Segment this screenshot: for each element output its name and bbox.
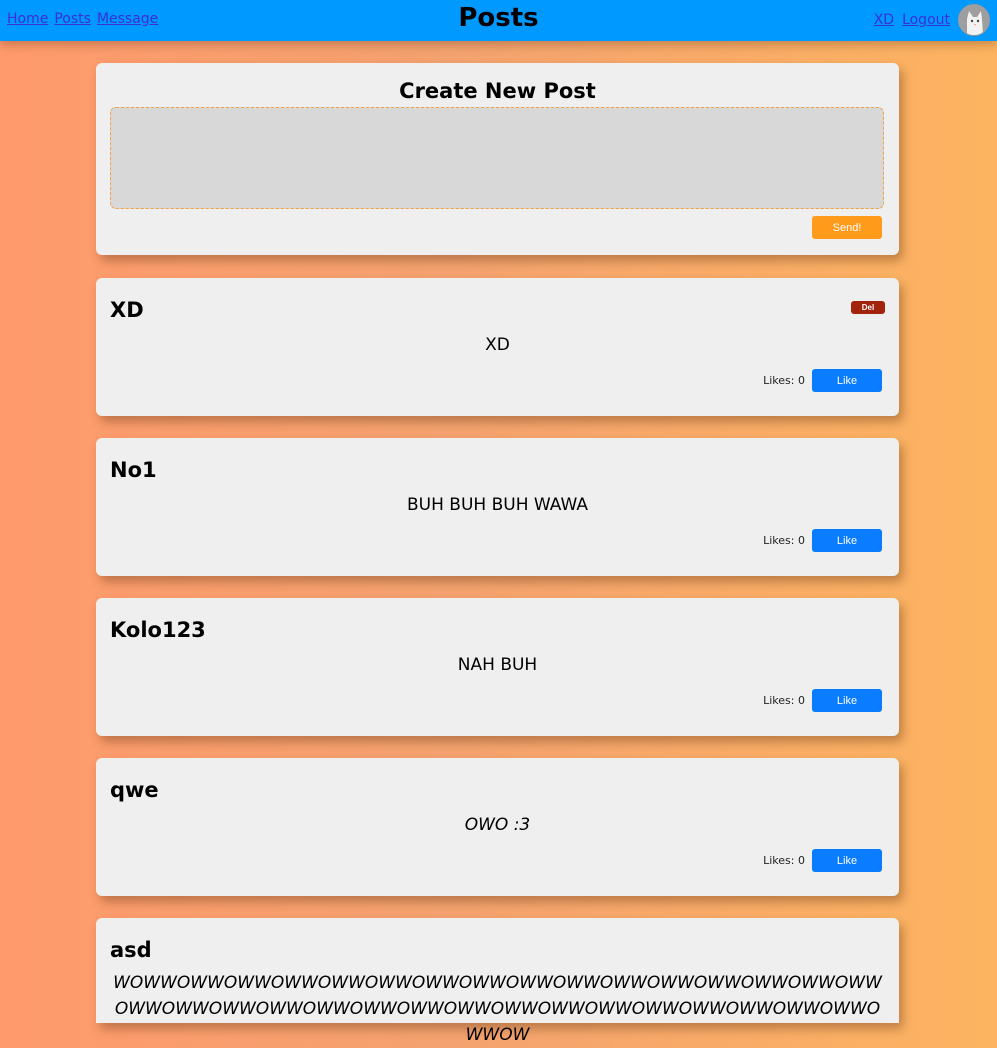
likes-row: Likes: 0 Like: [763, 529, 882, 552]
post-card: Kolo123 NAH BUH Likes: 0 Like: [96, 598, 899, 736]
post-author: Kolo123: [110, 618, 206, 642]
post-content: XD: [485, 335, 510, 355]
post-author: qwe: [110, 778, 159, 802]
like-button[interactable]: Like: [812, 529, 882, 552]
post-card: asd WOWWOWWOWWOWWOWWOWWOWWOWWOWWOWWOWWOW…: [96, 918, 899, 1045]
post-author: No1: [110, 458, 157, 482]
likes-count: Likes: 0: [763, 534, 805, 547]
post-text-input[interactable]: [110, 107, 884, 209]
post-card: No1 BUH BUH BUH WAWA Likes: 0 Like: [96, 438, 899, 576]
post-author: asd: [110, 938, 152, 962]
post-card: XD Del XD Likes: 0 Like: [96, 278, 899, 416]
create-post-card: Create New Post Send!: [96, 63, 899, 255]
like-button[interactable]: Like: [812, 689, 882, 712]
likes-count: Likes: 0: [763, 694, 805, 707]
post-content: NAH BUH: [457, 655, 538, 675]
user-profile-link[interactable]: XD: [874, 12, 894, 28]
post-card: qwe OWO :3 Likes: 0 Like: [96, 758, 899, 896]
like-button[interactable]: Like: [812, 369, 882, 392]
likes-count: Likes: 0: [763, 854, 805, 867]
post-author: XD: [110, 298, 144, 322]
post-content: OWO :3: [464, 815, 531, 835]
logout-link[interactable]: Logout: [902, 12, 950, 28]
likes-row: Likes: 0 Like: [763, 849, 882, 872]
likes-count: Likes: 0: [763, 374, 805, 387]
likes-row: Likes: 0 Like: [763, 369, 882, 392]
delete-post-button[interactable]: Del: [851, 301, 885, 314]
create-post-title: Create New Post: [399, 79, 596, 103]
top-navbar: Home Posts Message Posts XD Logout: [0, 0, 997, 41]
send-button[interactable]: Send!: [812, 216, 882, 239]
post-content: BUH BUH BUH WAWA: [407, 495, 588, 515]
cat-avatar-icon[interactable]: [958, 4, 990, 36]
likes-row: Likes: 0 Like: [763, 689, 882, 712]
post-content: WOWWOWWOWWOWWOWWOWWOWWOWWOWWOWWOWWOWWOWW…: [113, 973, 882, 1045]
like-button[interactable]: Like: [812, 849, 882, 872]
page-title: Posts: [458, 3, 539, 33]
user-menu: XD Logout: [874, 4, 990, 36]
